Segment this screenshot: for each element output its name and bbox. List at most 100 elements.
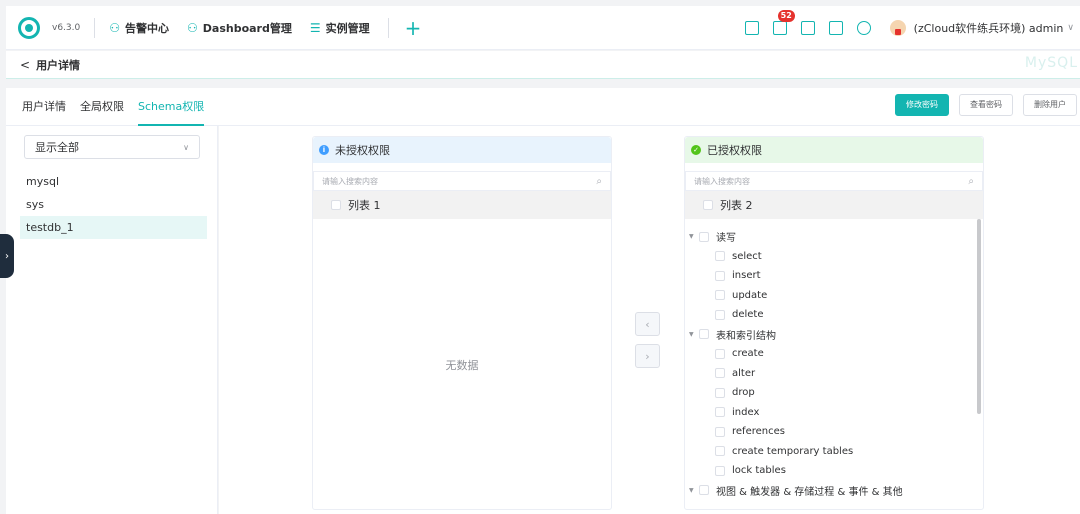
authorized-search-input[interactable] <box>694 176 969 186</box>
tree-item-label: references <box>732 426 785 438</box>
tree-item-label: alter <box>732 367 756 379</box>
tree-item[interactable]: create temporary tables <box>685 442 983 462</box>
view-password-button[interactable]: 查看密码 <box>959 94 1013 116</box>
schema-item[interactable]: sys <box>20 193 207 216</box>
tree-item-label: delete <box>732 309 764 321</box>
empty-text: 无数据 <box>445 359 479 372</box>
unauthorized-list-title: 列表 1 <box>348 199 381 212</box>
tree-item[interactable]: references <box>685 422 983 442</box>
notification-icon[interactable]: 52 <box>772 9 795 35</box>
schema-list: mysql sys testdb_1 <box>20 170 207 239</box>
avatar <box>889 19 906 36</box>
schema-item[interactable]: mysql <box>20 170 207 193</box>
tree-group[interactable]: ▼ 视图 & 触发器 & 存储过程 & 事件 & 其他 <box>685 481 983 501</box>
unauthorized-list-header: 列表 1 <box>313 191 611 219</box>
user-label: (zCloud软件练兵环境) admin <box>913 21 1064 35</box>
privilege-checkbox[interactable] <box>715 290 725 301</box>
caret-down-icon[interactable]: ▼ <box>689 487 699 494</box>
tab-bar: 用户详情 全局权限 Schema权限 修改密码 查看密码 删除用户 <box>6 88 1080 126</box>
schema-filter-value: 显示全部 <box>35 141 79 154</box>
version-label: v6.3.0 <box>52 22 81 33</box>
tree-item[interactable]: select <box>685 247 983 267</box>
move-left-button[interactable]: ‹ <box>635 312 660 336</box>
privilege-checkbox[interactable] <box>715 251 725 262</box>
privilege-checkbox[interactable] <box>715 407 725 418</box>
tree-group-label: 表和索引结构 <box>716 330 776 342</box>
tree-item[interactable]: alter <box>685 364 983 384</box>
privilege-checkbox[interactable] <box>715 387 725 398</box>
chevron-down-icon: ∨ <box>183 142 189 152</box>
group-checkbox[interactable] <box>699 329 709 340</box>
divider <box>387 17 389 38</box>
back-icon[interactable]: < <box>20 58 30 72</box>
tab-schema-privileges[interactable]: Schema权限 <box>138 88 205 126</box>
authorized-header: ✓ 已授权权限 <box>685 137 983 163</box>
schema-filter-select[interactable]: 显示全部 ∨ <box>24 135 200 159</box>
privilege-tree: ▼ 读写 select insert update delete ▼ 表和索引结构 create… <box>685 219 983 509</box>
chevron-down-icon: ∨ <box>1067 22 1074 33</box>
tree-item-label: create temporary tables <box>732 445 854 457</box>
nav-dashboard-label: Dashboard管理 <box>202 21 292 35</box>
user-menu[interactable]: (zCloud软件练兵环境) admin ∨ <box>889 19 1074 36</box>
tree-item[interactable]: lock tables <box>685 461 983 481</box>
schema-item[interactable]: testdb_1 <box>20 216 207 239</box>
calendar-icon[interactable] <box>800 20 815 35</box>
privilege-checkbox[interactable] <box>715 446 725 457</box>
tree-item[interactable]: update <box>685 286 983 306</box>
tab-global-privileges[interactable]: 全局权限 <box>80 88 124 126</box>
settings-icon[interactable] <box>856 20 871 35</box>
add-tab-icon[interactable]: + <box>405 18 422 38</box>
unauthorized-panel: i 未授权权限 ⌕ 列表 1 无数据 <box>312 136 612 510</box>
delete-user-button[interactable]: 删除用户 <box>1023 94 1077 116</box>
tree-group-label: 视图 & 触发器 & 存储过程 & 事件 & 其他 <box>716 486 903 498</box>
nav-alert-center-label: 告警中心 <box>125 21 169 35</box>
tree-item[interactable]: drop <box>685 383 983 403</box>
nav-alert-center[interactable]: ⚇ 告警中心 <box>109 20 169 36</box>
unauthorized-title: 未授权权限 <box>335 144 390 157</box>
zcloud-logo-icon[interactable] <box>18 16 40 39</box>
select-all-checkbox[interactable] <box>331 200 341 210</box>
check-circle-icon: ✓ <box>691 145 701 155</box>
group-checkbox[interactable] <box>699 485 709 496</box>
privilege-checkbox[interactable] <box>715 426 725 437</box>
tree-item[interactable]: delete <box>685 305 983 325</box>
nav-dashboard[interactable]: ⚇ Dashboard管理 <box>187 20 292 36</box>
unauthorized-search-input[interactable] <box>322 176 597 186</box>
authorized-title: 已授权权限 <box>707 144 762 157</box>
tree-group[interactable]: ▼ 表和索引结构 <box>685 325 983 345</box>
tree-group[interactable]: ▼ 读写 <box>685 227 983 247</box>
change-password-button[interactable]: 修改密码 <box>895 94 949 116</box>
tree-item-label: lock tables <box>732 465 786 477</box>
nav-instance[interactable]: ☰ 实例管理 <box>310 20 370 36</box>
tab-user-detail[interactable]: 用户详情 <box>22 88 66 126</box>
divider <box>94 17 96 38</box>
top-nav-bar: v6.3.0 ⚇ 告警中心 ⚇ Dashboard管理 ☰ 实例管理 + 52 … <box>6 6 1080 50</box>
document-icon[interactable] <box>744 20 759 35</box>
breadcrumb: < 用户详情 MySQL <box>6 51 1080 79</box>
tree-item[interactable]: index <box>685 403 983 423</box>
privilege-checkbox[interactable] <box>715 270 725 281</box>
sidebar-toggle-icon[interactable]: › <box>0 234 14 278</box>
privilege-checkbox[interactable] <box>715 348 725 359</box>
move-right-button[interactable]: › <box>635 344 660 368</box>
privilege-transfer: i 未授权权限 ⌕ 列表 1 无数据 ‹ › ✓ 已授权权限 ⌕ 列表 2 ▼ 读… <box>219 126 1080 514</box>
authorized-panel: ✓ 已授权权限 ⌕ 列表 2 ▼ 读写 select insert update dele… <box>684 136 984 510</box>
privilege-checkbox[interactable] <box>715 465 725 476</box>
privilege-checkbox[interactable] <box>715 309 725 320</box>
instance-icon: ☰ <box>309 20 321 35</box>
caret-down-icon[interactable]: ▼ <box>689 233 699 240</box>
caret-down-icon[interactable]: ▼ <box>689 331 699 338</box>
privilege-checkbox[interactable] <box>715 368 725 379</box>
db-type-watermark: MySQL <box>1024 55 1078 71</box>
tree-item-label: insert <box>732 270 761 282</box>
page-title: 用户详情 <box>36 58 81 72</box>
group-checkbox[interactable] <box>699 231 709 242</box>
tree-item[interactable]: create <box>685 344 983 364</box>
scrollbar[interactable] <box>977 219 981 414</box>
tree-item[interactable]: insert <box>685 266 983 286</box>
monitor-icon[interactable] <box>828 20 843 35</box>
dashboard-icon: ⚇ <box>187 20 198 35</box>
notification-badge: 52 <box>777 9 795 22</box>
schema-panel: 显示全部 ∨ mysql sys testdb_1 <box>6 126 218 514</box>
select-all-checkbox[interactable] <box>703 200 713 210</box>
